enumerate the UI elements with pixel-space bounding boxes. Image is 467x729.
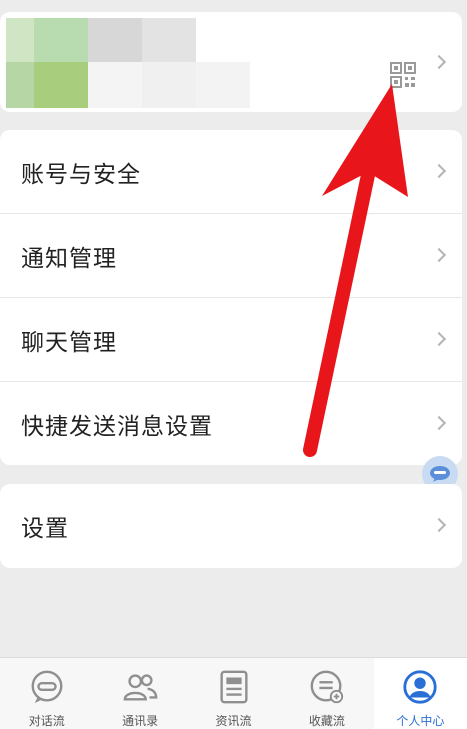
menu-item-settings[interactable]: 设置	[0, 484, 462, 568]
menu-item-label: 通知管理	[21, 245, 117, 272]
menu-item-quick-send-settings[interactable]: 快捷发送消息设置	[0, 382, 462, 465]
tab-label: 对话流	[28, 714, 65, 728]
tab-chat-stream[interactable]: 对话流	[0, 658, 93, 729]
tab-news-stream[interactable]: 资讯流	[187, 658, 280, 729]
settings-menu-group-2: 设置	[0, 484, 462, 568]
chevron-right-icon	[431, 247, 447, 263]
tab-label: 收藏流	[308, 714, 345, 728]
qr-code-icon[interactable]	[390, 62, 416, 88]
bottom-tab-bar: 对话流 通讯录 资讯流 收藏流 个人中心	[0, 657, 467, 729]
menu-item-label: 设置	[21, 516, 69, 542]
chevron-right-icon	[431, 331, 447, 347]
favorites-icon	[310, 670, 344, 704]
blurred-profile-info	[6, 18, 256, 108]
chat-icon	[31, 670, 63, 704]
tab-label: 资讯流	[215, 714, 252, 728]
tab-label: 个人中心	[396, 714, 445, 728]
contacts-icon	[123, 674, 158, 701]
news-icon	[219, 670, 248, 704]
tab-contacts[interactable]: 通讯录	[93, 658, 186, 729]
person-icon	[403, 670, 437, 704]
menu-item-label: 快捷发送消息设置	[21, 414, 213, 440]
chevron-right-icon	[431, 54, 447, 70]
chat-bubble-icon	[430, 466, 450, 482]
menu-item-label: 账号与安全	[21, 161, 141, 188]
menu-item-label: 聊天管理	[21, 329, 117, 356]
chevron-right-icon	[431, 517, 447, 533]
menu-item-notifications[interactable]: 通知管理	[0, 214, 462, 298]
chevron-right-icon	[431, 163, 447, 179]
tab-favorites-stream[interactable]: 收藏流	[280, 658, 373, 729]
tab-label: 通讯录	[122, 714, 159, 728]
tab-personal-center[interactable]: 个人中心	[373, 658, 467, 729]
chevron-right-icon	[431, 415, 447, 431]
settings-menu-group: 账号与安全 通知管理 聊天管理 快捷发送消息设置	[0, 130, 462, 465]
menu-item-account-security[interactable]: 账号与安全	[0, 130, 462, 214]
profile-card[interactable]	[0, 12, 462, 112]
menu-item-chat-management[interactable]: 聊天管理	[0, 298, 462, 382]
